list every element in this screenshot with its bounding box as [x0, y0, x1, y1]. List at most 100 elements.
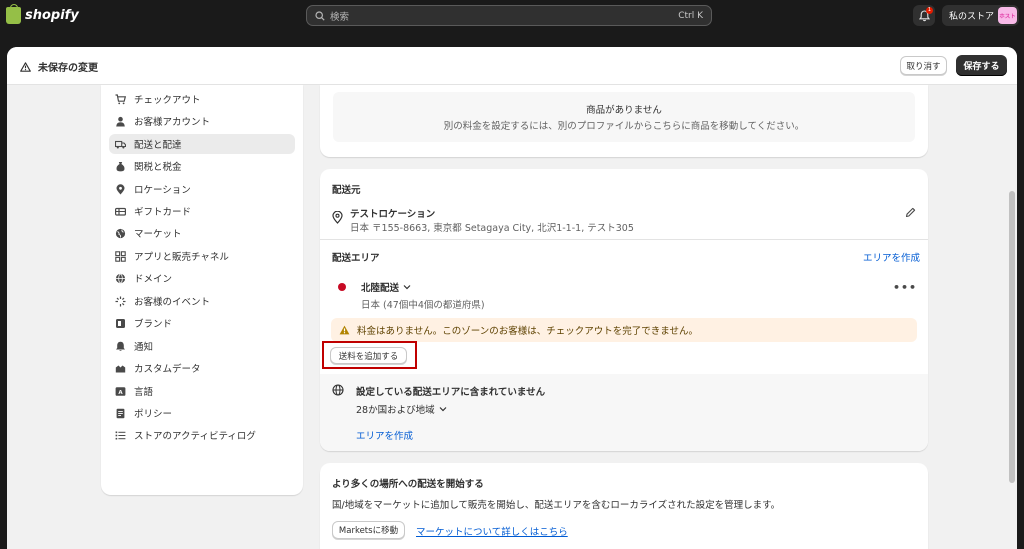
logo-text: shopify [25, 8, 79, 23]
sidebar-item-label: お客様アカウント [134, 117, 211, 128]
sidebar-item-policies[interactable]: ポリシー [109, 403, 295, 423]
contextual-save-bar: 未保存の変更 取り消す 保存する [7, 47, 1017, 85]
sidebar-item-label: 通知 [134, 342, 154, 353]
scrollbar[interactable] [1007, 85, 1017, 549]
sidebar-item-label: チェックアウト [134, 95, 201, 106]
warning-triangle-icon [339, 325, 350, 335]
gift-card-icon [115, 206, 126, 217]
more-actions-icon[interactable]: ••• [893, 281, 917, 294]
shopify-bag-icon [6, 4, 21, 24]
discard-button[interactable]: 取り消す [900, 56, 947, 75]
sidebar-item-custom-data[interactable]: カスタムデータ [109, 358, 295, 378]
unsaved-changes: 未保存の変更 [20, 59, 98, 74]
notifications-button[interactable]: 1 [913, 5, 935, 26]
sidebar-item-gift-cards[interactable]: ギフトカード [109, 201, 295, 221]
language-icon: A [115, 386, 126, 397]
sidebar-item-customer-events[interactable]: お客様のイベント [109, 291, 295, 311]
shipping-card: 配送元 テストロケーション 日本 〒155-8663, 東京都 Setagaya… [320, 169, 928, 451]
location-pin-icon [332, 211, 343, 224]
create-zone-link-secondary[interactable]: エリアを作成 [356, 428, 413, 442]
top-bar: shopify 検索 Ctrl K 1 私のストア ホスト [0, 0, 1024, 32]
sidebar-item-label: ドメイン [134, 274, 173, 285]
go-to-markets-button[interactable]: Marketsに移動 [332, 521, 405, 539]
sidebar-item-locations[interactable]: ロケーション [109, 179, 295, 199]
custom-data-icon [115, 363, 126, 374]
sidebar-item-activity-log[interactable]: ストアのアクティビティログ [109, 425, 295, 445]
notification-badge: 1 [926, 7, 933, 14]
learn-markets-link[interactable]: マーケットについて詳しくはこちら [416, 524, 568, 538]
sidebar-item-brand[interactable]: ブランド [109, 313, 295, 333]
no-rates-warning: 料金はありません。このゾーンのお客様は、チェックアウトを完了できません。 [331, 318, 917, 342]
sidebar-item-label: ギフトカード [134, 207, 192, 218]
sidebar-item-label: ポリシー [134, 409, 173, 420]
sidebar-item-customer-accounts[interactable]: お客様アカウント [109, 111, 295, 131]
empty-products-box: 商品がありません 別の料金を設定するには、別のプロファイルからこちらに商品を移動… [333, 92, 915, 142]
domain-globe-icon [115, 273, 126, 284]
sidebar-item-label: ロケーション [134, 185, 191, 196]
zone-detail: 日本 (47個中4個の都道府県) [361, 300, 485, 311]
sidebar-item-notifications[interactable]: 通知 [109, 336, 295, 356]
edit-pencil-icon[interactable] [905, 207, 916, 218]
save-button[interactable]: 保存する [956, 55, 1007, 76]
sidebar-item-languages[interactable]: A 言語 [109, 381, 295, 401]
products-card: 商品がありません 別の料金を設定するには、別のプロファイルからこちらに商品を移動… [320, 85, 928, 157]
location-icon [115, 183, 126, 195]
cart-icon [115, 93, 126, 105]
svg-text:A: A [118, 389, 123, 395]
search-placeholder: 検索 [330, 11, 350, 23]
brand-icon [115, 318, 126, 329]
add-rate-button[interactable]: 送料を追加する [330, 347, 407, 364]
bell-icon [115, 341, 126, 352]
not-included-section: 設定している配送エリアに含まれていません 28か国および地域 エリアを作成 [320, 374, 928, 451]
globe-icon [115, 228, 126, 239]
sidebar-item-domains[interactable]: ドメイン [109, 268, 295, 288]
not-included-title: 設定している配送エリアに含まれていません [356, 387, 546, 398]
search-icon [315, 10, 325, 21]
empty-products-description: 別の料金を設定するには、別のプロファイルからこちらに商品を移動してください。 [443, 121, 805, 132]
person-icon [115, 116, 126, 127]
create-zone-link[interactable]: エリアを作成 [863, 250, 920, 264]
scrollbar-thumb[interactable] [1009, 191, 1015, 483]
money-bag-icon [115, 161, 126, 172]
sidebar-item-label: カスタムデータ [134, 364, 201, 375]
sidebar-item-label: ストアのアクティビティログ [134, 431, 256, 442]
search-input[interactable]: 検索 Ctrl K [306, 5, 712, 26]
shipping-zones-heading: 配送エリア [332, 253, 380, 264]
policy-icon [115, 408, 126, 419]
settings-nav: チェックアウト お客様アカウント 配送と配達 関税と税金 ロケーション ギフトカ… [101, 85, 303, 495]
sidebar-item-label: アプリと販売チャネル [134, 252, 229, 263]
sidebar-item-label: 言語 [134, 387, 154, 398]
truck-icon [115, 139, 126, 150]
sidebar-item-apps-channels[interactable]: アプリと販売チャネル [109, 246, 295, 266]
settings-panel: 未保存の変更 取り消す 保存する チェックアウト お客様アカウント 配送と配達 … [7, 47, 1017, 549]
list-icon [115, 430, 126, 441]
ship-from-heading: 配送元 [332, 185, 361, 196]
store-name: 私のストア [949, 12, 995, 22]
sidebar-item-label: マーケット [134, 229, 182, 240]
unsaved-changes-label: 未保存の変更 [38, 63, 98, 74]
globe-icon [332, 384, 344, 396]
sidebar-item-label: 関税と税金 [134, 162, 182, 173]
apps-icon [115, 250, 126, 262]
sidebar-item-markets[interactable]: マーケット [109, 223, 295, 243]
sidebar-item-shipping[interactable]: 配送と配達 [109, 134, 295, 154]
empty-products-title: 商品がありません [586, 105, 662, 116]
sidebar-item-label: お客様のイベント [134, 297, 211, 308]
sidebar-item-duties-taxes[interactable]: 関税と税金 [109, 156, 295, 176]
zone-color-dot [338, 283, 346, 291]
sidebar-item-label: ブランド [134, 319, 173, 330]
warning-text: 料金はありません。このゾーンのお客様は、チェックアウトを完了できません。 [357, 326, 698, 337]
store-menu-button[interactable]: 私のストア ホスト [942, 5, 1019, 26]
zone-name-toggle[interactable]: 北陸配送 [361, 280, 411, 294]
markets-card-title: より多くの場所への配送を開始する [332, 479, 484, 490]
not-included-count-toggle[interactable]: 28か国および地域 [356, 402, 447, 416]
not-included-count: 28か国および地域 [356, 405, 435, 416]
events-icon [115, 296, 126, 307]
sidebar-item-label: 配送と配達 [134, 140, 182, 151]
shopify-logo[interactable]: shopify [6, 4, 79, 24]
markets-card-description: 国/地域をマーケットに追加して販売を開始し、配送エリアを含むローカライズされた設… [332, 500, 781, 511]
chevron-down-icon [439, 407, 447, 412]
markets-card: より多くの場所への配送を開始する 国/地域をマーケットに追加して販売を開始し、配… [320, 463, 928, 549]
divider [320, 239, 928, 240]
sidebar-item-checkout[interactable]: チェックアウト [109, 89, 295, 109]
